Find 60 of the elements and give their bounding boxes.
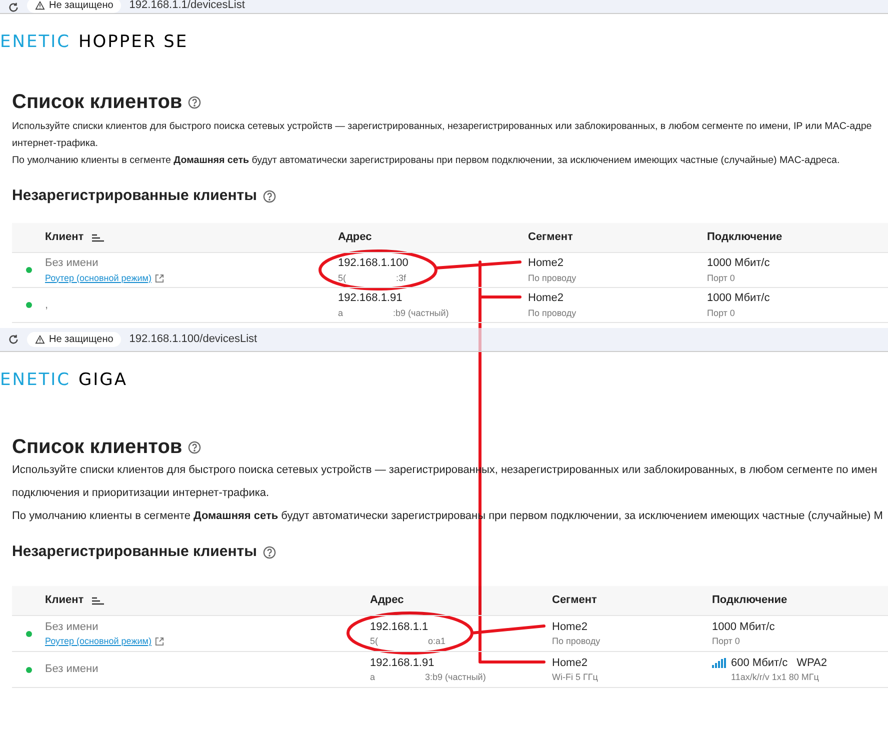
security-chip[interactable]: Не защищено: [27, 332, 122, 347]
segment-type: Wi-Fi 5 ГГц: [552, 671, 598, 684]
column-header: Подключение: [712, 593, 788, 608]
url-text[interactable]: 192.168.1.100/devicesList: [129, 331, 258, 348]
ip-address: 192.168.1.91: [370, 656, 434, 670]
segment-name: Home2: [528, 256, 564, 271]
security-label: Не защищено: [49, 333, 114, 347]
ip-address: 192.168.1.91: [338, 291, 402, 306]
mac-address-start: 5(: [338, 272, 346, 285]
client-name: Без имени: [45, 620, 98, 634]
ip-address: 192.168.1.100: [338, 256, 408, 271]
wifi-standard: 11ax/k/r/v 1x1 80 МГц: [730, 671, 819, 684]
description-text: интернет-трафика.: [12, 137, 98, 151]
segment-name: Home2: [552, 656, 588, 670]
section-title: Незарегистрированные клиенты: [12, 542, 257, 562]
section-title: Незарегистрированные клиенты: [12, 186, 257, 206]
segment-type: По проводу: [528, 306, 576, 320]
mac-address-end: :3f: [396, 272, 406, 284]
connection-speed: 1000 Мбит/с: [712, 620, 775, 634]
connection-speed: 1000 Мбит/с: [707, 256, 770, 271]
logo-model: HOPPER SE: [78, 32, 188, 52]
client-name: ,: [45, 298, 48, 313]
column-header: Сегмент: [552, 593, 598, 608]
wifi-security: WPA2: [796, 656, 827, 670]
port-label: Порт 0: [707, 306, 735, 320]
description-text: Используйте списки клиентов для быстрого поиска сетевых устройств — зарегистрированных, незарегистрированных или заблокированных, в любом сегменте по имени, IP или MAC-адре: [12, 120, 872, 134]
page-title: Список клиентов: [12, 435, 182, 459]
connection-speed: 1000 Мбит/с: [707, 291, 770, 306]
description-text: По умолчанию клиенты в сегменте Домашняя сеть будут автоматически зарегистрированы при первом подключении, за исключением имеющих частные (случайные) MAC-адреса.: [12, 154, 840, 168]
logo-model: GIGA: [78, 370, 128, 390]
description-text: подключения и приоритизации интернет-трафика.: [12, 486, 270, 501]
ip-address: 192.168.1.1: [370, 620, 428, 634]
segment-name: Home2: [552, 620, 588, 634]
mac-address-end: 3:b9 (частный): [425, 671, 486, 684]
mac-address-end: o:a1: [428, 635, 446, 648]
client-link[interactable]: Роутер (основной режим): [45, 272, 152, 285]
column-header: Сегмент: [528, 230, 574, 246]
column-header: Подключение: [707, 230, 784, 246]
column-header[interactable]: Клиент: [45, 229, 84, 246]
mac-address-end: :b9 (частный): [393, 306, 449, 320]
logo-brand: ENETIC: [0, 32, 70, 52]
security-chip[interactable]: Не защищено: [27, 0, 122, 13]
port-label: Порт 0: [707, 272, 735, 285]
page-title: Список клиентов: [12, 90, 182, 114]
column-header[interactable]: Клиент: [45, 592, 84, 609]
security-label: Не защищено: [49, 0, 114, 13]
mac-address-start: 5(: [370, 635, 378, 648]
client-name: Без имени: [45, 256, 98, 271]
segment-type: По проводу: [528, 272, 576, 285]
connection-speed: 600 Мбит/с: [731, 656, 788, 670]
column-header: Адрес: [370, 593, 405, 608]
mac-address-start: a: [370, 671, 376, 684]
port-label: Порт 0: [712, 635, 740, 648]
segment-name: Home2: [528, 291, 564, 306]
client-link[interactable]: Роутер (основной режим): [45, 635, 152, 648]
segment-type: По проводу: [552, 635, 600, 648]
column-header: Адрес: [338, 230, 373, 246]
client-name: Без имени: [45, 662, 98, 678]
mac-address-start: a: [338, 306, 344, 320]
logo-brand: ENETIC: [0, 370, 70, 390]
